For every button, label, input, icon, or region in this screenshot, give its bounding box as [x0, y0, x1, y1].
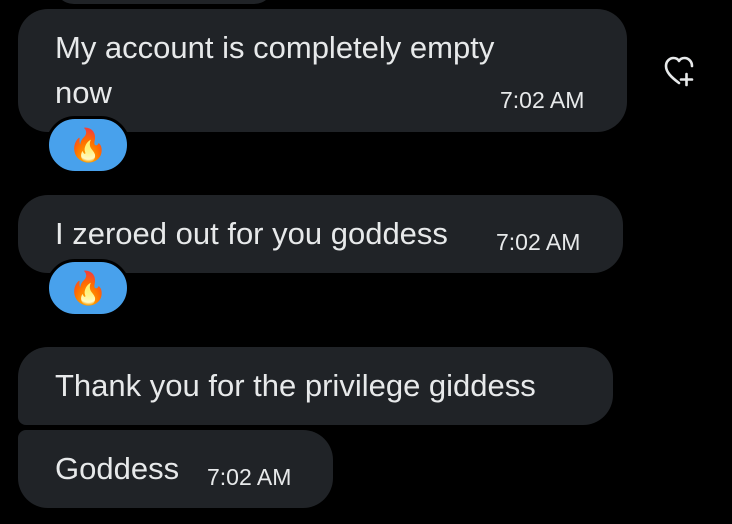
message-timestamp: 7:02 AM — [207, 464, 292, 490]
fire-reaction-badge[interactable]: 🔥 — [46, 259, 130, 317]
message-text: Thank you for the privilege giddess — [55, 368, 536, 403]
message-text: I zeroed out for you goddess — [55, 216, 448, 251]
message-text-line-2: now — [55, 75, 112, 110]
message-bubble-1[interactable]: My account is completely empty now 7:02 … — [18, 9, 627, 132]
message-timestamp: 7:02 AM — [496, 229, 581, 255]
heart-plus-icon[interactable] — [662, 54, 698, 88]
fire-emoji-icon: 🔥 — [68, 127, 108, 163]
fire-reaction-badge[interactable]: 🔥 — [46, 116, 130, 174]
message-text-line-1: My account is completely empty — [55, 30, 495, 65]
fire-emoji-icon: 🔥 — [68, 270, 108, 306]
previous-message-bubble — [54, 0, 274, 4]
message-timestamp: 7:02 AM — [500, 87, 585, 113]
message-bubble-3[interactable]: Thank you for the privilege giddess — [18, 347, 613, 425]
message-text: Goddess — [55, 451, 180, 486]
message-bubble-4[interactable]: Goddess 7:02 AM — [18, 430, 333, 508]
